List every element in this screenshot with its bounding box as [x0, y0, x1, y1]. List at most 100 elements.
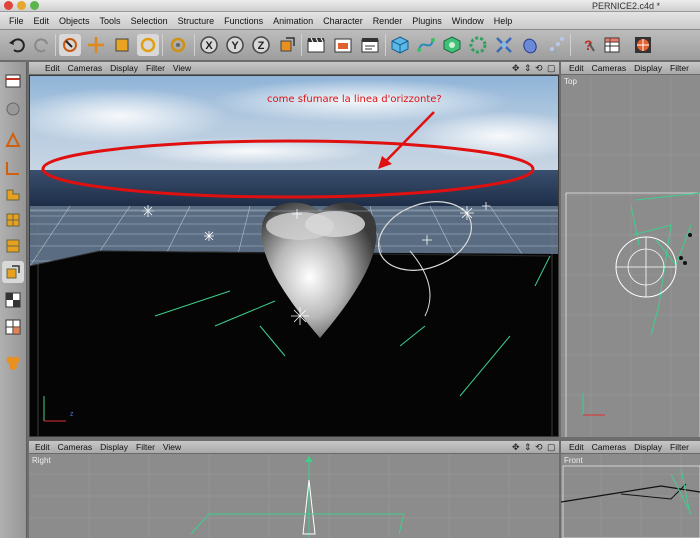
menu-selection[interactable]: Selection [126, 16, 173, 26]
viewport-menu-display[interactable]: Display [106, 63, 142, 73]
top-viewport-menu-cameras[interactable]: Cameras [588, 63, 630, 73]
x-axis-icon[interactable]: X [198, 34, 220, 56]
texture-mode-icon[interactable] [2, 209, 24, 231]
render-settings-icon[interactable] [359, 34, 381, 56]
coordinate-system-icon[interactable] [276, 34, 298, 56]
deformer-icon[interactable] [493, 34, 515, 56]
spline-icon[interactable] [415, 34, 437, 56]
z-axis-icon[interactable]: Z [250, 34, 272, 56]
redo-icon[interactable] [31, 34, 53, 56]
nurbs-icon[interactable] [441, 34, 463, 56]
zoom-view-icon[interactable]: ⇕ [524, 63, 532, 74]
right-rotate-view-icon[interactable]: ⟲ [535, 442, 543, 453]
top-viewport-menu-display[interactable]: Display [630, 63, 666, 73]
right-viewport-menu-display[interactable]: Display [96, 442, 132, 452]
menu-plugins[interactable]: Plugins [407, 16, 447, 26]
right-viewport-menu-view[interactable]: View [159, 442, 185, 452]
perspective-viewport[interactable]: z come sfumare la linea d'orizzonte? [29, 75, 559, 437]
menu-window[interactable]: Window [447, 16, 489, 26]
y-axis-icon[interactable]: Y [224, 34, 246, 56]
scene-render: z [30, 76, 558, 436]
minimize-window-button[interactable] [17, 1, 26, 10]
environment-icon[interactable] [519, 34, 541, 56]
perspective-viewport-header: Edit Cameras Display Filter View ✥ ⇕ ⟲ ▢ [29, 62, 559, 75]
undo-icon[interactable] [6, 34, 28, 56]
menu-character[interactable]: Character [318, 16, 368, 26]
array-icon[interactable] [467, 34, 489, 56]
front-viewport-menu-display[interactable]: Display [630, 442, 666, 452]
animation-mode-icon[interactable] [2, 261, 24, 283]
svg-text:X: X [205, 40, 213, 52]
top-viewport-menu-edit[interactable]: Edit [565, 63, 588, 73]
scale-tool-icon[interactable] [111, 34, 133, 56]
right-viewport-header: Edit Cameras Display Filter View ✥ ⇕ ⟲ ▢ [29, 441, 559, 454]
annotation-text: come sfumare la linea d'orizzonte? [267, 94, 442, 105]
use-object-mode-icon[interactable] [2, 98, 24, 120]
cube-primitive-icon[interactable] [389, 34, 411, 56]
menu-help[interactable]: Help [489, 16, 518, 26]
top-view-wireframe [561, 75, 700, 437]
move-tool-icon[interactable] [85, 34, 107, 56]
front-viewport[interactable]: Front [561, 454, 700, 538]
main-toolbar: X Y Z ? [0, 30, 700, 61]
document-title: PERNICE2.c4d * [591, 1, 660, 11]
top-viewport-label: Top [564, 77, 577, 86]
object-axis-icon[interactable] [2, 235, 24, 257]
front-viewport-label: Front [564, 456, 583, 465]
top-viewport[interactable]: Top [561, 75, 700, 437]
front-viewport-header: Edit Cameras Display Filter [561, 441, 700, 454]
rotate-view-icon[interactable]: ⟲ [535, 63, 543, 74]
scene-objects-icon[interactable] [545, 34, 567, 56]
menu-animation[interactable]: Animation [268, 16, 318, 26]
svg-text:Y: Y [231, 40, 239, 52]
character-tools-icon[interactable] [2, 352, 24, 374]
render-view-icon[interactable] [305, 34, 327, 56]
use-edges-icon[interactable] [2, 157, 24, 179]
menu-file[interactable]: File [4, 16, 29, 26]
right-viewport-menu-filter[interactable]: Filter [132, 442, 159, 452]
left-tool-palette [0, 62, 27, 538]
menu-functions[interactable]: Functions [219, 16, 268, 26]
browser-icon[interactable] [632, 34, 654, 56]
viewport-menu-cameras[interactable]: Cameras [64, 63, 106, 73]
menu-edit[interactable]: Edit [29, 16, 55, 26]
use-model-mode-icon[interactable] [2, 70, 24, 92]
title-bar: PERNICE2.c4d * [0, 0, 700, 12]
right-viewport-menu-edit[interactable]: Edit [31, 442, 54, 452]
top-viewport-menu-filter[interactable]: Filter [666, 63, 693, 73]
right-zoom-view-icon[interactable]: ⇕ [524, 442, 532, 453]
tweak-mode-icon[interactable] [2, 289, 24, 311]
use-polygons-icon[interactable] [2, 183, 24, 205]
menu-bar: File Edit Objects Tools Selection Struct… [0, 12, 700, 30]
svg-text:z: z [70, 411, 74, 418]
viewport-menu-filter[interactable]: Filter [142, 63, 169, 73]
menu-structure[interactable]: Structure [173, 16, 220, 26]
viewport-menu-edit[interactable]: Edit [41, 63, 64, 73]
workplane-icon[interactable] [2, 316, 24, 338]
render-picture-viewer-icon[interactable] [332, 34, 354, 56]
recent-tool-icon[interactable] [167, 34, 189, 56]
rotate-tool-icon[interactable] [137, 34, 159, 56]
menu-render[interactable]: Render [368, 16, 408, 26]
viewport-menu-view[interactable]: View [169, 63, 195, 73]
front-viewport-menu-filter[interactable]: Filter [666, 442, 693, 452]
close-window-button[interactable] [4, 1, 13, 10]
right-maximize-view-icon[interactable]: ▢ [547, 442, 556, 453]
maximize-view-icon[interactable]: ▢ [547, 63, 556, 74]
right-viewport[interactable]: Right [29, 454, 559, 538]
zoom-window-button[interactable] [30, 1, 39, 10]
move-view-icon[interactable]: ✥ [512, 63, 520, 74]
live-selection-icon[interactable] [59, 34, 81, 56]
right-viewport-label: Right [32, 456, 51, 465]
use-points-icon[interactable] [2, 129, 24, 151]
right-viewport-menu-cameras[interactable]: Cameras [54, 442, 96, 452]
menu-objects[interactable]: Objects [54, 16, 95, 26]
right-view-wireframe [29, 454, 559, 538]
front-view-wireframe [561, 454, 700, 538]
front-viewport-menu-edit[interactable]: Edit [565, 442, 588, 452]
front-viewport-menu-cameras[interactable]: Cameras [588, 442, 630, 452]
right-move-view-icon[interactable]: ✥ [512, 442, 520, 453]
attributes-icon[interactable] [601, 34, 623, 56]
menu-tools[interactable]: Tools [95, 16, 126, 26]
help-tool-icon[interactable]: ? [575, 34, 597, 56]
